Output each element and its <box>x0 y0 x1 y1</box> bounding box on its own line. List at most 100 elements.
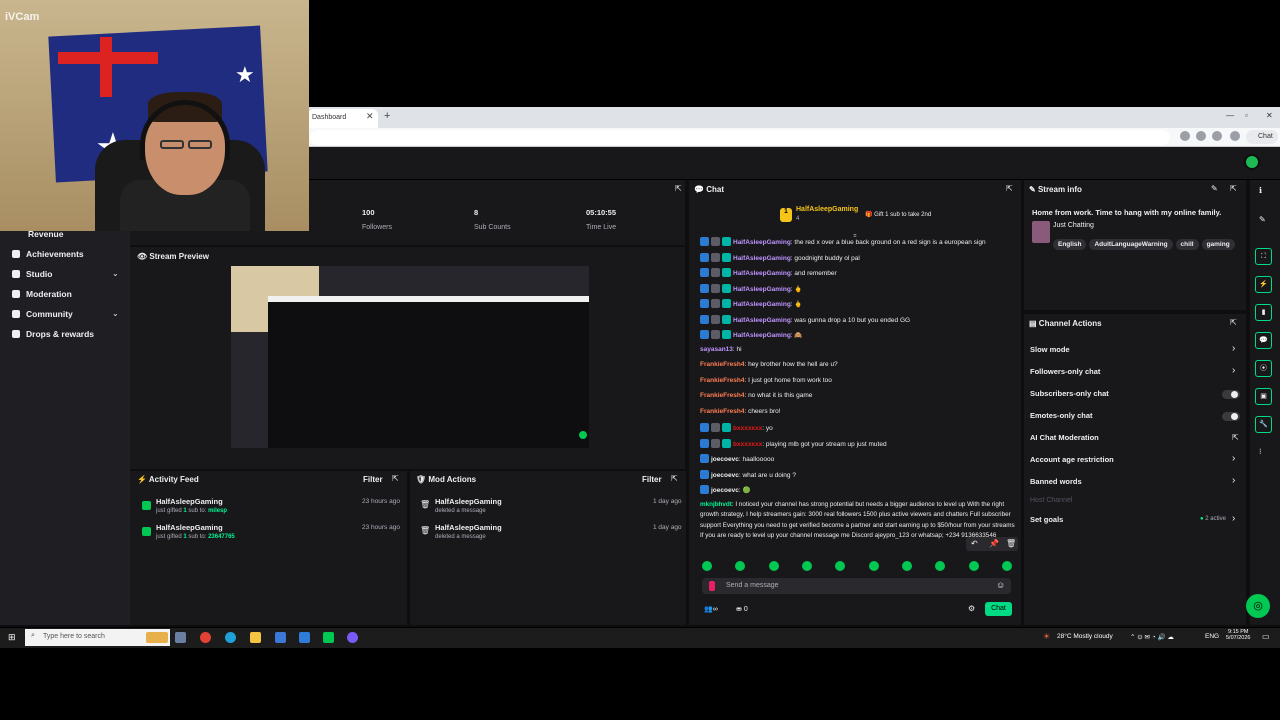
maximize-icon[interactable]: ▫ <box>1245 111 1248 120</box>
taskbar-widget-icon[interactable] <box>146 632 168 643</box>
chat-username[interactable]: HalfAsleepGaming <box>733 317 791 324</box>
chat-username[interactable]: HalfAsleepGaming <box>733 239 791 246</box>
chat-username[interactable]: FrankieFresh4 <box>700 377 744 384</box>
mod-username[interactable]: HalfAsleepGaming <box>435 497 502 506</box>
address-input[interactable] <box>310 130 1170 145</box>
stream-tag[interactable]: gaming <box>1201 239 1235 250</box>
chat-username[interactable]: sayasan13 <box>700 346 733 353</box>
reply-icon[interactable]: ↶ <box>971 539 978 548</box>
chevron-down-icon[interactable]: ⌄ <box>112 269 119 278</box>
channel-action-emotes-only-chat[interactable]: Emotes-only chat <box>1030 411 1093 420</box>
chat-message[interactable]: HalfAsleepGaming: 🙈 <box>700 330 803 339</box>
chat-message[interactable]: HalfAsleepGaming: 🖕 <box>700 299 803 308</box>
chat-popout-icon[interactable]: ⇱ <box>1006 184 1013 193</box>
chat-message[interactable]: HalfAsleepGaming: 🖕 <box>700 283 803 293</box>
chat-message[interactable]: joecoevc: what are u doing ? <box>700 469 796 479</box>
chat-username[interactable]: FrankieFresh4 <box>700 392 744 399</box>
mod-username[interactable]: HalfAsleepGaming <box>435 523 502 532</box>
chat-username[interactable]: HalfAsleepGaming <box>733 301 791 308</box>
channel-action-ai-chat-moderation[interactable]: AI Chat Moderation <box>1030 433 1099 442</box>
chat-rail-icon[interactable]: 💬 <box>1255 332 1272 349</box>
mod-filter-button[interactable]: Filter <box>642 475 662 484</box>
stream-info-edit-icon[interactable]: ✎ <box>1211 184 1218 193</box>
tab-close-icon[interactable]: ✕ <box>366 111 374 122</box>
app-icon[interactable] <box>323 632 334 643</box>
sidebar-item-studio[interactable]: Studio <box>12 269 52 279</box>
emote-icon[interactable] <box>1001 561 1012 571</box>
mail-icon[interactable] <box>299 632 310 643</box>
window-close-icon[interactable]: ✕ <box>1266 111 1273 120</box>
activity-popout-icon[interactable]: ⇱ <box>392 474 399 483</box>
read-aloud-icon[interactable] <box>1180 131 1190 141</box>
minimize-icon[interactable]: — <box>1226 111 1234 120</box>
profile-icon[interactable] <box>1212 131 1222 141</box>
chevron-down-icon[interactable]: ⌄ <box>112 309 119 318</box>
chat-username[interactable]: joecoevc <box>711 487 739 494</box>
delete-icon[interactable]: 🗑 <box>1006 539 1016 548</box>
chat-message-spam[interactable]: mknjbhvdt: I noticed your channel has st… <box>700 500 1015 541</box>
channel-actions-popout-icon[interactable]: ⇱ <box>1230 318 1237 327</box>
chat-username[interactable]: HalfAsleepGaming <box>733 270 791 277</box>
windows-start-icon[interactable]: ⊞ <box>8 632 16 643</box>
channel-action-slow-mode[interactable]: Slow mode <box>1030 345 1070 354</box>
chevron-right-icon[interactable]: › <box>1232 513 1235 524</box>
channel-action-banned-words[interactable]: Banned words <box>1030 477 1082 486</box>
file-explorer-icon[interactable] <box>250 632 261 643</box>
activity-filter-button[interactable]: Filter <box>363 475 383 484</box>
toggle-switch[interactable] <box>1222 412 1240 421</box>
chat-username[interactable]: joecoevc <box>711 456 739 463</box>
chat-message[interactable]: HalfAsleepGaming: goodnight buddy ol pal <box>700 252 860 262</box>
gift-sub-prompt[interactable]: 🎁 Gift 1 sub to take 2nd <box>865 211 931 218</box>
tools-icon[interactable]: 🔧 <box>1255 416 1272 433</box>
feed-target[interactable]: 23647765 <box>208 534 235 540</box>
clock[interactable]: 9:15 PM 5/07/2026 <box>1226 629 1250 641</box>
chat-message[interactable]: HalfAsleepGaming: and remember <box>700 268 837 277</box>
set-goals-row[interactable]: Set goals <box>1030 515 1063 524</box>
raid-icon[interactable]: ⦿ <box>1255 360 1272 377</box>
chat-username[interactable]: HalfAsleepGaming <box>733 332 791 339</box>
toggle-switch[interactable] <box>1222 390 1240 399</box>
chat-message[interactable]: FrankieFresh4: I just got home from work… <box>700 377 832 384</box>
emote-icon[interactable] <box>968 561 979 571</box>
sidebar-item-community[interactable]: Community <box>12 309 73 319</box>
channel-action-account-age-restriction[interactable]: Account age restriction <box>1030 455 1114 464</box>
chat-message[interactable]: bxxxxxxx: playing mlb got your stream up… <box>700 438 887 448</box>
chat-message[interactable]: bxxxxxxx: yo <box>700 423 773 432</box>
discord-icon[interactable] <box>347 632 358 643</box>
chat-message[interactable]: joecoevc: haallooooo <box>700 454 774 463</box>
channel-action-followers-only-chat[interactable]: Followers-only chat <box>1030 367 1100 376</box>
stream-info-popout-icon[interactable]: ⇱ <box>1230 184 1237 193</box>
chat-message[interactable]: HalfAsleepGaming: was gunna drop a 10 bu… <box>700 314 910 324</box>
chevron-right-icon[interactable]: › <box>1232 343 1235 354</box>
pin-icon[interactable]: 📌 <box>989 539 999 548</box>
store-icon[interactable] <box>275 632 286 643</box>
sidebar-item-drops-rewards[interactable]: Drops & rewards <box>12 329 94 339</box>
chat-input[interactable]: Send a message <box>702 578 1011 594</box>
feed-username[interactable]: HalfAsleepGaming <box>156 497 223 506</box>
favorite-star-icon[interactable] <box>1196 131 1206 141</box>
emote-icon[interactable] <box>835 561 846 571</box>
emote-icon[interactable] <box>735 561 746 571</box>
chat-username[interactable]: HalfAsleepGaming <box>733 286 791 293</box>
emote-icon[interactable] <box>702 561 712 571</box>
chat-message[interactable]: HalfAsleepGaming: the red x over a blue … <box>700 237 986 246</box>
chevron-right-icon[interactable]: › <box>1232 453 1235 464</box>
chat-message[interactable]: joecoevc: 🟢 <box>700 485 751 494</box>
clip-icon[interactable]: ⛶ <box>1255 248 1272 265</box>
info-icon[interactable]: ℹ <box>1259 186 1262 195</box>
system-tray-icons[interactable]: ⌃ ⊙ ✉ ◔ 🔊 ☁ <box>1130 633 1174 641</box>
language-indicator[interactable]: ENG <box>1205 633 1219 640</box>
feed-username[interactable]: HalfAsleepGaming <box>156 523 223 532</box>
add-action-icon[interactable]: ⁝ <box>1259 447 1262 456</box>
chat-message[interactable]: FrankieFresh4: no what it is this game <box>700 392 812 399</box>
copilot-chat-button[interactable]: Chat <box>1246 130 1278 144</box>
chevron-right-icon[interactable]: › <box>1232 475 1235 486</box>
emote-icon[interactable] <box>768 561 779 571</box>
stream-category[interactable]: Just Chatting <box>1053 222 1094 229</box>
edit-rail-icon[interactable]: ✎ <box>1259 215 1266 224</box>
emote-picker-icon[interactable]: ☺ <box>996 580 1005 590</box>
chat-send-button[interactable]: Chat <box>985 602 1012 616</box>
help-fab-icon[interactable]: ◎ <box>1246 594 1270 618</box>
user-avatar[interactable] <box>1244 154 1260 170</box>
chat-message[interactable]: sayasan13: hi <box>700 346 742 353</box>
